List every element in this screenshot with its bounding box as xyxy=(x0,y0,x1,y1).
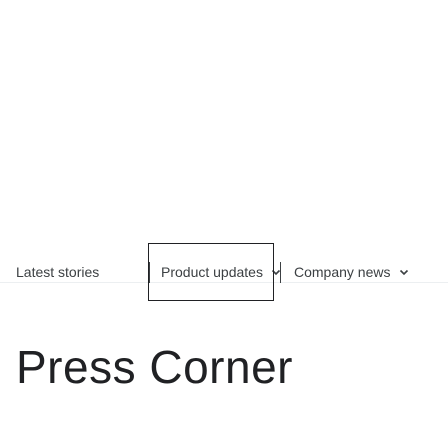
nav-item-label: Latest stories xyxy=(16,264,100,280)
nav-item-company-news[interactable]: Company news xyxy=(294,260,409,284)
nav-item-latest-stories[interactable]: Latest stories xyxy=(16,260,99,284)
nav-separator xyxy=(280,262,281,283)
chevron-down-icon xyxy=(399,267,409,277)
nav-item-label: Company news xyxy=(294,264,391,280)
focus-outline xyxy=(148,243,274,301)
page-title: Press Corner xyxy=(16,341,293,393)
